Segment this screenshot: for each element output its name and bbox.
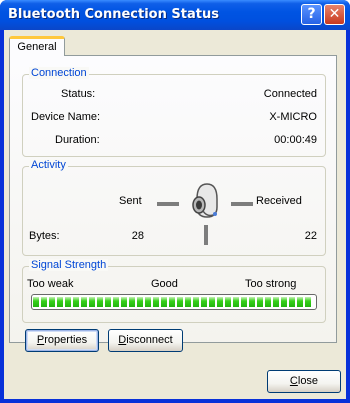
dialog-window: Bluetooth Connection Status ? ✕ General …	[0, 0, 350, 403]
signal-segment	[177, 297, 183, 307]
bytes-sent-value: 28	[131, 230, 144, 242]
signal-segment	[297, 297, 303, 307]
signal-segment	[49, 297, 55, 307]
close-accel: C	[289, 375, 298, 387]
signal-segment	[273, 297, 279, 307]
signal-segment	[265, 297, 271, 307]
signal-segment	[33, 297, 39, 307]
signal-segment	[65, 297, 71, 307]
signal-segment	[105, 297, 111, 307]
help-button[interactable]: ?	[301, 4, 322, 25]
device-name-label: Device Name:	[31, 111, 101, 123]
signal-segment	[121, 297, 127, 307]
too-weak-label: Too weak	[27, 278, 74, 290]
disconnect-label: isconnect	[126, 334, 173, 346]
signal-segment	[289, 297, 295, 307]
dialog-client-area: General Connection Status: Connected Dev…	[4, 30, 346, 399]
tab-panel-general: Connection Status: Connected Device Name…	[9, 55, 337, 343]
connection-group: Connection Status: Connected Device Name…	[22, 67, 326, 157]
disconnect-button[interactable]: Disconnect	[108, 329, 183, 352]
properties-button[interactable]: Properties	[25, 329, 99, 352]
properties-label: roperties	[44, 334, 88, 346]
signal-segment	[193, 297, 199, 307]
signal-segment	[41, 297, 47, 307]
signal-segment	[137, 297, 143, 307]
signal-segment	[209, 297, 215, 307]
close-button[interactable]: Close	[267, 370, 341, 393]
signal-segment	[185, 297, 191, 307]
signal-segment	[81, 297, 87, 307]
good-label: Good	[151, 278, 178, 290]
signal-segment	[145, 297, 151, 307]
signal-segment	[257, 297, 263, 307]
signal-segment	[73, 297, 79, 307]
window-title: Bluetooth Connection Status	[8, 7, 219, 22]
bytes-received-value: 22	[304, 230, 317, 242]
bluetooth-headset-icon	[192, 183, 218, 218]
signal-segment	[281, 297, 287, 307]
sent-label: Sent	[119, 195, 142, 207]
too-strong-label: Too strong	[245, 278, 297, 290]
bytes-label: Bytes:	[29, 230, 60, 242]
duration-label: Duration:	[55, 134, 100, 146]
signal-segment	[217, 297, 223, 307]
signal-segment	[97, 297, 103, 307]
question-mark-icon: ?	[307, 6, 316, 22]
signal-segment	[241, 297, 247, 307]
activity-group: Activity Sent Received Bytes: 28 22	[22, 159, 326, 256]
received-label: Received	[256, 195, 302, 207]
received-activity-line	[231, 202, 253, 206]
signal-strength-heading: Signal Strength	[29, 259, 109, 271]
status-value: Connected	[263, 88, 317, 100]
signal-segment	[169, 297, 175, 307]
signal-segment	[129, 297, 135, 307]
sent-activity-line	[157, 202, 179, 206]
close-icon: ✕	[328, 6, 341, 22]
device-activity-line	[204, 225, 208, 245]
signal-segment	[113, 297, 119, 307]
signal-strength-bar	[31, 294, 317, 310]
signal-segment	[201, 297, 207, 307]
title-close-button[interactable]: ✕	[324, 4, 345, 25]
signal-segment	[161, 297, 167, 307]
status-label: Status:	[61, 88, 96, 100]
activity-heading: Activity	[29, 159, 68, 171]
signal-segment	[233, 297, 239, 307]
signal-strength-group: Signal Strength Too weak Good Too strong	[22, 259, 326, 323]
signal-segment	[249, 297, 255, 307]
signal-segment	[305, 297, 311, 307]
duration-value: 00:00:49	[274, 134, 317, 146]
connection-heading: Connection	[29, 67, 89, 79]
signal-segment	[225, 297, 231, 307]
signal-segment	[89, 297, 95, 307]
device-name-value: X-MICRO	[269, 111, 317, 123]
signal-segment	[57, 297, 63, 307]
title-bar[interactable]: Bluetooth Connection Status ? ✕	[0, 0, 350, 30]
close-label: lose	[297, 375, 319, 387]
signal-segment	[153, 297, 159, 307]
tab-general[interactable]: General	[9, 36, 65, 56]
